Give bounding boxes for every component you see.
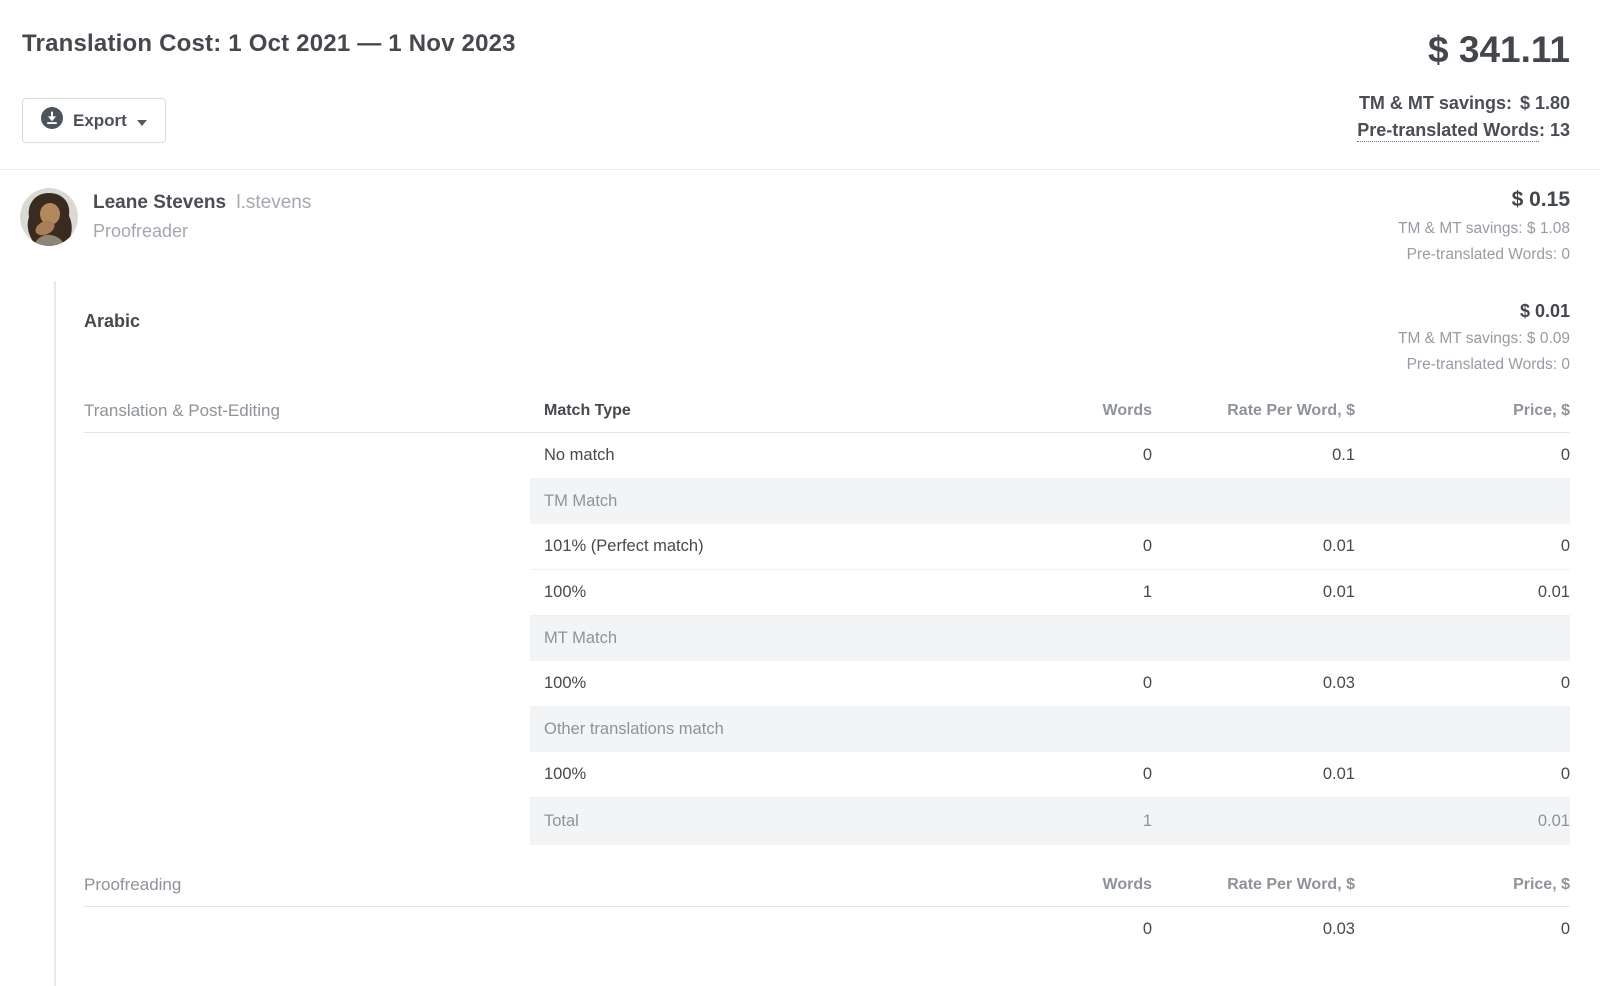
- table-column-headers: Match Type Words Rate Per Word, $ Price,…: [530, 402, 1570, 420]
- table-row: No match00.10: [530, 433, 1570, 479]
- section-translation-post-editing: Translation & Post-Editing Match Type Wo…: [84, 391, 1570, 845]
- header-left: Translation Cost: 1 Oct 2021 — 1 Nov 202…: [22, 30, 516, 143]
- user-text: Leane Stevens l.stevens Proofreader: [93, 188, 311, 242]
- user-info: Leane Stevens l.stevens Proofreader: [20, 188, 311, 246]
- table-total-row: Total1 0.01: [530, 798, 1570, 845]
- cell-words: 0: [1022, 765, 1152, 784]
- table-body-spacer: [84, 907, 530, 953]
- cell-match-type: 100%: [530, 583, 1022, 602]
- user-row: Leane Stevens l.stevens Proofreader $ 0.…: [0, 170, 1600, 265]
- user-name: Leane Stevens: [93, 192, 226, 213]
- cell-words: 0: [1022, 920, 1152, 939]
- cell-price: 0.01: [1355, 583, 1570, 602]
- language-totals: $ 0.01 TM & MT savings: $ 0.09 Pre-trans…: [1398, 301, 1570, 375]
- cell-words: 0: [1022, 537, 1152, 556]
- avatar: [20, 188, 78, 246]
- table-group-row: MT Match: [530, 616, 1570, 661]
- cell-match-type: 101% (Perfect match): [530, 537, 1022, 556]
- cell-price: 0: [1355, 446, 1570, 465]
- cell-rate: 0.01: [1152, 583, 1355, 602]
- cell-match-type: No match: [530, 446, 1022, 465]
- user-total-cost: $ 0.15: [1398, 188, 1570, 212]
- table-body-spacer: [84, 433, 530, 845]
- cell-match-type: Other translations match: [530, 720, 1022, 739]
- cell-rate: 0.03: [1152, 674, 1355, 693]
- table-header-row: Translation & Post-Editing Match Type Wo…: [84, 391, 1570, 433]
- translation-cost-report: Translation Cost: 1 Oct 2021 — 1 Nov 202…: [0, 0, 1600, 986]
- language-name: Arabic: [84, 301, 140, 332]
- cell-match-type: 100%: [530, 765, 1022, 784]
- pretranslated-words-label[interactable]: Pre-translated Words: [1357, 120, 1539, 142]
- cell-rate: 0.01: [1152, 765, 1355, 784]
- pretranslated-words-line: Pre-translated Words: 13: [1357, 120, 1570, 141]
- header-totals: $ 341.11 TM & MT savings: $ 1.80 Pre-tran…: [1357, 30, 1570, 141]
- cell-words: 0: [1022, 674, 1152, 693]
- user-totals: $ 0.15 TM & MT savings: $ 1.08 Pre-trans…: [1398, 188, 1570, 265]
- table-column-headers: Words Rate Per Word, $ Price, $: [530, 876, 1570, 894]
- cell-price: 0: [1355, 674, 1570, 693]
- cell-price: 0: [1355, 920, 1570, 939]
- cell-price: 0: [1355, 765, 1570, 784]
- table-row: 101% (Perfect match)00.010: [530, 524, 1570, 570]
- user-username: l.stevens: [236, 192, 311, 213]
- user-role: Proofreader: [93, 221, 311, 242]
- language-pretranslated-words: Pre-translated Words: 0: [1398, 355, 1570, 374]
- total-cost: $ 341.11: [1357, 30, 1570, 71]
- download-icon: [41, 107, 63, 134]
- cell-words: 1: [1022, 812, 1152, 831]
- user-tm-mt-savings: TM & MT savings: $ 1.08: [1398, 219, 1570, 238]
- table-group-row: TM Match: [530, 479, 1570, 524]
- user-name-line: Leane Stevens l.stevens: [93, 192, 311, 214]
- column-header-price: Price, $: [1355, 876, 1570, 894]
- table-row: 00.030: [530, 907, 1570, 953]
- cell-match-type: Total: [530, 812, 1022, 831]
- table-row: 100%10.010.01: [530, 570, 1570, 616]
- tm-mt-savings-line: TM & MT savings: $ 1.80: [1357, 93, 1570, 114]
- column-header-words: Words: [1022, 876, 1152, 894]
- export-button-label: Export: [73, 111, 127, 131]
- page-title: Translation Cost: 1 Oct 2021 — 1 Nov 202…: [22, 30, 516, 58]
- table-group-row: Other translations match: [530, 707, 1570, 752]
- cell-rate: 0.01: [1152, 537, 1355, 556]
- user-pretranslated-words: Pre-translated Words: 0: [1398, 245, 1570, 264]
- column-header-price: Price, $: [1355, 402, 1570, 420]
- cell-rate: 0.03: [1152, 920, 1355, 939]
- cell-words: 1: [1022, 583, 1152, 602]
- tm-mt-savings-label: TM & MT savings:: [1359, 93, 1512, 113]
- report-header: Translation Cost: 1 Oct 2021 — 1 Nov 202…: [0, 0, 1600, 143]
- export-button[interactable]: Export: [22, 98, 166, 143]
- cell-price: 0.01: [1355, 812, 1570, 831]
- tm-mt-savings-value: $ 1.80: [1520, 93, 1570, 113]
- table-row: 100%00.030: [530, 661, 1570, 707]
- table-body-wrap: 00.030: [84, 907, 1570, 953]
- column-header-match-type: Match Type: [530, 402, 1022, 420]
- table-body: No match00.10TM Match101% (Perfect match…: [530, 433, 1570, 845]
- table-row: 100%00.010: [530, 752, 1570, 798]
- column-header-rate: Rate Per Word, $: [1152, 402, 1355, 420]
- cell-match-type: MT Match: [530, 629, 1022, 648]
- language-tm-mt-savings: TM & MT savings: $ 0.09: [1398, 329, 1570, 348]
- column-header-rate: Rate Per Word, $: [1152, 876, 1355, 894]
- language-total-cost: $ 0.01: [1398, 301, 1570, 322]
- section-label: Proofreading: [84, 875, 530, 895]
- section-label: Translation & Post-Editing: [84, 401, 530, 421]
- language-header: Arabic $ 0.01 TM & MT savings: $ 0.09 Pr…: [84, 301, 1570, 375]
- cell-words: 0: [1022, 446, 1152, 465]
- chevron-down-icon: [137, 111, 147, 131]
- pretranslated-words-value: : 13: [1539, 120, 1570, 140]
- cell-match-type: 100%: [530, 674, 1022, 693]
- column-header-words: Words: [1022, 402, 1152, 420]
- cell-rate: 0.1: [1152, 446, 1355, 465]
- cell-match-type: TM Match: [530, 492, 1022, 511]
- table-body-wrap: No match00.10TM Match101% (Perfect match…: [84, 433, 1570, 845]
- table-header-row: Proofreading Words Rate Per Word, $ Pric…: [84, 865, 1570, 907]
- cell-price: 0: [1355, 537, 1570, 556]
- table-body: 00.030: [530, 907, 1570, 953]
- section-proofreading: Proofreading Words Rate Per Word, $ Pric…: [84, 865, 1570, 953]
- language-block: Arabic $ 0.01 TM & MT savings: $ 0.09 Pr…: [54, 281, 1600, 986]
